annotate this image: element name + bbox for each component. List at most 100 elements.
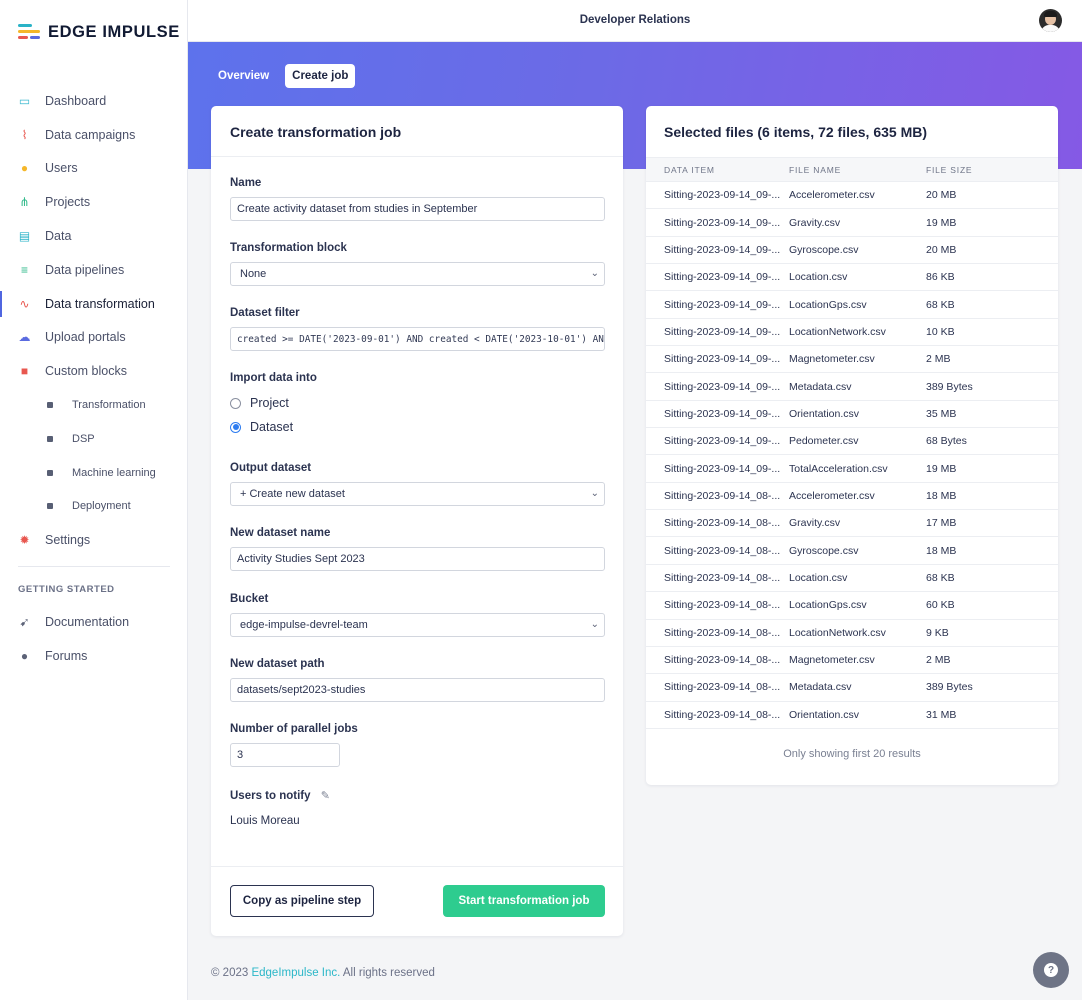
path-field-group: New dataset path datasets/sept2023-studi… (230, 658, 605, 702)
pulse-icon: ∿ (19, 296, 30, 311)
file-size-cell: 389 Bytes (926, 372, 1058, 401)
sidebar-item-data-transformation[interactable]: ∿ Data transformation (0, 287, 188, 321)
sidebar-subitem-dsp[interactable]: DSP (0, 422, 188, 456)
radio-dataset[interactable]: Dataset (230, 415, 605, 439)
sidebar-item-documentation[interactable]: ➹ Documentation (0, 605, 188, 639)
table-row: Sitting-2023-09-14_08-... LocationNetwork… (646, 619, 1058, 647)
sidebar-bottom-nav: ➹ Documentation ● Forums (0, 605, 188, 673)
sidebar-item-label: Custom blocks (45, 364, 127, 379)
transformation-block-label: Transformation block (230, 242, 347, 254)
parallel-field-group: Number of parallel jobs 3 (230, 723, 605, 767)
new-dataset-path-input[interactable]: datasets/sept2023-studies (230, 678, 605, 702)
copy-pipeline-step-button[interactable]: Copy as pipeline step (230, 885, 374, 917)
top-bar: Developer Relations (188, 0, 1082, 42)
radio-project[interactable]: Project (230, 391, 605, 415)
radio-project-label: Project (250, 396, 289, 410)
users-to-notify-text: Users to notify (230, 790, 311, 802)
logo[interactable]: EDGE IMPULSE (18, 22, 180, 42)
rocket-icon: ➹ (19, 614, 30, 629)
sidebar-item-custom-blocks[interactable]: ■ Custom blocks (0, 354, 188, 388)
data-item-cell: Sitting-2023-09-14_09-... (646, 454, 789, 483)
transformation-block-select[interactable]: None ⌄ (230, 262, 605, 286)
radio-button-checked[interactable] (230, 421, 241, 433)
table-row: Sitting-2023-09-14_09-... Metadata.csv 389… (646, 372, 1058, 401)
file-size-cell: 68 Bytes (926, 427, 1058, 456)
chart-icon: ⌇ (21, 127, 28, 142)
file-size-cell: 86 KB (926, 263, 1058, 292)
sidebar-item-data[interactable]: ▤ Data (0, 219, 188, 253)
gear-icon: ✹ (19, 533, 30, 548)
chevron-down-icon: ⌄ (590, 488, 599, 499)
square-bullet-icon (47, 402, 53, 409)
sidebar-item-settings[interactable]: ✹ Settings (0, 523, 188, 557)
new-dataset-name-input[interactable]: Activity Studies Sept 2023 (230, 547, 605, 571)
data-item-cell: Sitting-2023-09-14_09-... (646, 318, 789, 347)
file-name-cell: Orientation.csv (789, 400, 926, 429)
file-name-cell: LocationGps.csv (789, 290, 926, 319)
rights-text: All rights reserved (342, 967, 435, 979)
bucket-label: Bucket (230, 593, 269, 605)
tab-create-job[interactable]: Create job (285, 64, 356, 88)
column-header-file-size: FILE SIZE (926, 157, 1058, 182)
create-job-card: Create transformation job Name Create ac… (211, 106, 623, 936)
data-item-cell: Sitting-2023-09-14_08-... (646, 646, 789, 675)
avatar[interactable] (1039, 9, 1062, 32)
brand-name: EDGE IMPULSE (48, 22, 180, 41)
sidebar-item-projects[interactable]: ⋔ Projects (0, 185, 188, 219)
bucket-value: edge-impulse-devrel-team (240, 619, 368, 631)
projects-icon: ⋔ (19, 195, 30, 210)
tab-overview[interactable]: Overview (211, 64, 276, 88)
sidebar-item-dashboard[interactable]: ▭ Dashboard (0, 84, 188, 118)
file-name-cell: Gravity.csv (789, 509, 926, 538)
sidebar-item-label: Settings (45, 533, 91, 548)
block-field-group: Transformation block None ⌄ (230, 242, 605, 286)
sidebar-item-label: Data transformation (45, 296, 155, 311)
company-link[interactable]: EdgeImpulse Inc. (251, 967, 340, 979)
sidebar-subitem-label: Transformation (72, 399, 146, 412)
cube-icon: ■ (20, 364, 29, 379)
name-input[interactable]: Create activity dataset from studies in … (230, 197, 605, 221)
start-transformation-job-button[interactable]: Start transformation job (443, 885, 605, 917)
output-dataset-label: Output dataset (230, 462, 312, 474)
sidebar-item-label: Forums (45, 648, 88, 663)
sidebar-subitem-transformation[interactable]: Transformation (0, 388, 188, 422)
sidebar-item-data-pipelines[interactable]: ≡ Data pipelines (0, 253, 188, 287)
file-name-cell: Accelerometer.csv (789, 482, 926, 511)
file-size-cell: 2 MB (926, 345, 1058, 374)
dataset-filter-input[interactable]: created >= DATE('2023-09-01') AND create… (230, 327, 605, 351)
sidebar-item-users[interactable]: ● Users (0, 152, 188, 186)
sidebar-subitem-machine-learning[interactable]: Machine learning (0, 456, 188, 490)
sidebar-item-forums[interactable]: ● Forums (0, 639, 188, 673)
file-name-cell: LocationNetwork.csv (789, 619, 926, 647)
bucket-select[interactable]: edge-impulse-devrel-team ⌄ (230, 613, 605, 637)
sidebar-item-upload-portals[interactable]: ☁ Upload portals (0, 321, 188, 355)
pipelines-icon: ≡ (20, 262, 28, 277)
sidebar-subitem-deployment[interactable]: Deployment (0, 490, 188, 524)
table-row: Sitting-2023-09-14_08-... Gyroscope.csv 18… (646, 536, 1058, 565)
cloud-upload-icon: ☁ (18, 330, 31, 345)
data-item-cell: Sitting-2023-09-14_09-... (646, 181, 789, 210)
sidebar-item-data-campaigns[interactable]: ⌇ Data campaigns (0, 118, 188, 152)
help-button[interactable]: ? (1033, 952, 1069, 988)
output-dataset-value: + Create new dataset (240, 488, 345, 500)
sidebar-item-label: Documentation (45, 614, 130, 629)
copyright-year: © 2023 (211, 967, 249, 979)
parallel-jobs-input[interactable]: 3 (230, 743, 340, 767)
output-dataset-select[interactable]: + Create new dataset ⌄ (230, 482, 605, 506)
new-dataset-path-label: New dataset path (230, 658, 325, 670)
monitor-icon: ▭ (18, 93, 31, 108)
radio-button[interactable] (230, 397, 241, 409)
parallel-jobs-label: Number of parallel jobs (230, 723, 358, 735)
table-row: Sitting-2023-09-14_09-... Accelerometer.c… (646, 181, 1058, 210)
card-footer-divider (211, 866, 623, 867)
database-icon: ▤ (18, 229, 31, 244)
pencil-icon[interactable]: ✎ (321, 789, 330, 802)
file-name-cell: Accelerometer.csv (789, 181, 926, 210)
file-name-cell: Gravity.csv (789, 208, 926, 237)
data-item-cell: Sitting-2023-09-14_08-... (646, 619, 789, 647)
table-row: Sitting-2023-09-14_09-... LocationGps.csv… (646, 290, 1058, 319)
sidebar-subitem-label: Machine learning (72, 466, 156, 479)
notify-user: Louis Moreau (230, 815, 300, 827)
chat-icon: ● (20, 648, 29, 663)
square-bullet-icon (47, 503, 53, 510)
